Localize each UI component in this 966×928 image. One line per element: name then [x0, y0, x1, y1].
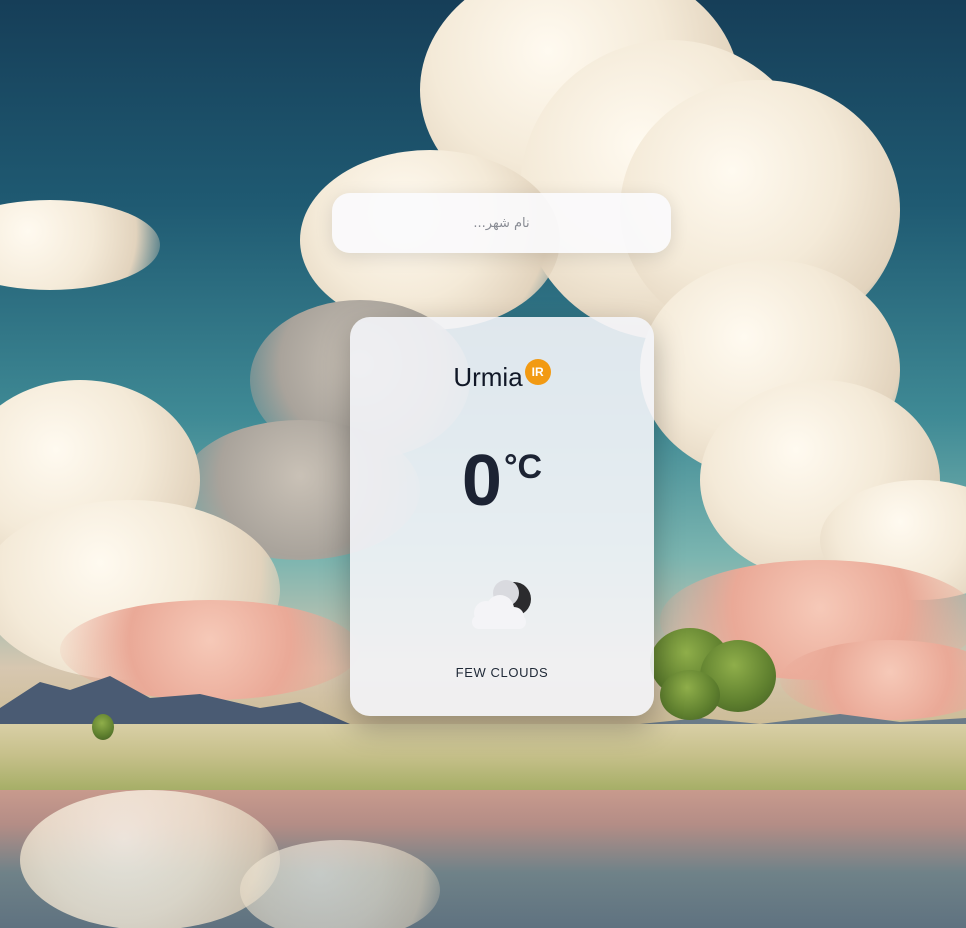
weather-card: Urmia IR 0 °C FEW CLOUDS — [350, 317, 654, 716]
city-search-box[interactable] — [332, 193, 671, 253]
few-clouds-night-icon — [472, 580, 531, 629]
weather-condition: FEW CLOUDS — [455, 665, 549, 680]
temperature-value: 0 — [461, 441, 502, 521]
location-row: Urmia IR — [350, 359, 654, 393]
country-badge: IR — [524, 359, 551, 385]
city-name: Urmia — [453, 362, 523, 392]
temperature-unit: °C — [503, 448, 543, 486]
city-search-input[interactable] — [349, 202, 654, 244]
temperature-row: 0 °C — [350, 441, 654, 521]
